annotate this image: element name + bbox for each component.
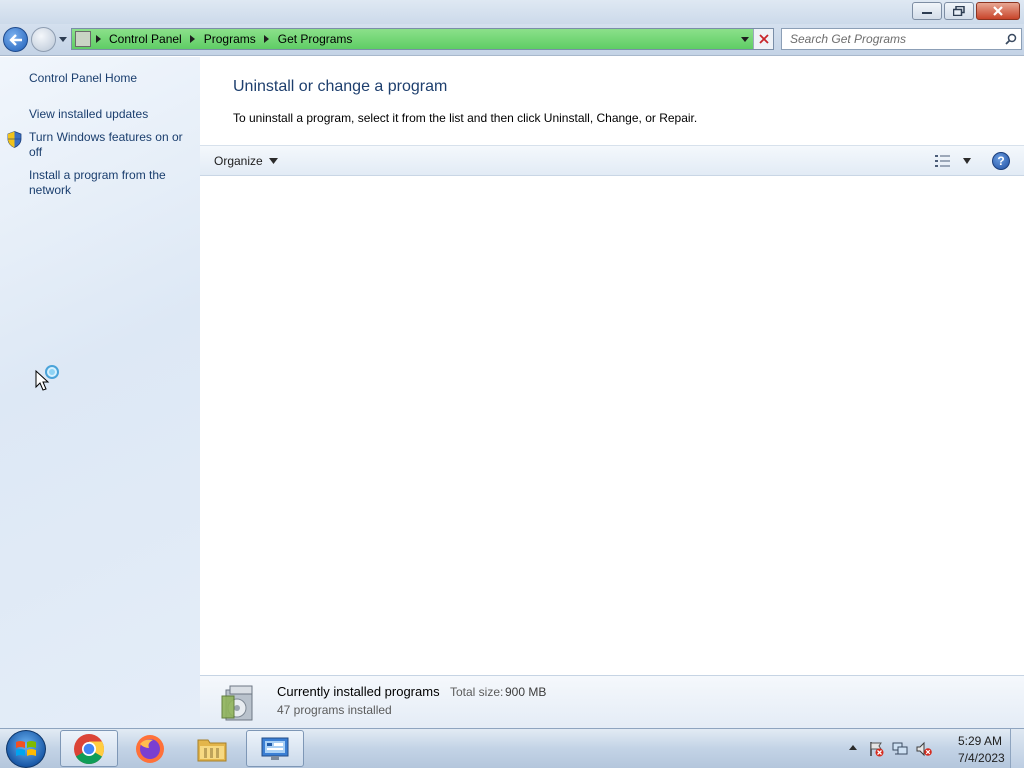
caption-buttons	[910, 2, 1020, 20]
show-hidden-icons-icon[interactable]	[848, 743, 858, 753]
firefox-icon	[136, 734, 164, 763]
breadcrumb-programs[interactable]: Programs	[200, 32, 260, 46]
breadcrumb-control-panel[interactable]: Control Panel	[105, 32, 186, 46]
folder-icon	[197, 739, 227, 761]
address-dropdown-button[interactable]	[737, 29, 753, 49]
breadcrumb-separator-icon[interactable]	[260, 35, 274, 43]
stop-x-icon	[758, 34, 769, 44]
organize-label: Organize	[214, 154, 263, 168]
taskbar-chrome[interactable]	[60, 730, 118, 767]
taskbar: 5:29 AM 7/4/2023	[0, 728, 1024, 768]
breadcrumb-separator-icon[interactable]	[186, 35, 200, 43]
close-icon	[993, 6, 1003, 16]
restore-icon	[953, 6, 965, 16]
command-bar: Organize ?	[200, 145, 1024, 176]
programs-list[interactable]	[200, 176, 1024, 674]
action-center-flag-icon[interactable]	[868, 741, 884, 757]
details-title: Currently installed programs	[277, 684, 440, 699]
minimize-button[interactable]	[912, 2, 942, 20]
control-panel-home-link[interactable]: Control Panel Home	[29, 71, 194, 86]
windows-logo-icon	[16, 741, 36, 756]
search-input[interactable]	[782, 29, 1001, 49]
search-box	[781, 28, 1022, 50]
stop-button[interactable]	[753, 29, 773, 49]
help-button[interactable]: ?	[992, 152, 1010, 170]
chevron-down-icon	[59, 36, 67, 42]
breadcrumb-separator-icon[interactable]	[91, 35, 105, 43]
close-button[interactable]	[976, 2, 1020, 20]
search-icon[interactable]	[1001, 29, 1021, 49]
details-pane: Currently installed programs Total size:…	[200, 675, 1024, 728]
taskbar-file-explorer[interactable]	[183, 730, 241, 767]
minimize-icon	[922, 12, 932, 14]
volume-muted-icon[interactable]	[916, 741, 932, 757]
control-panel-icon	[261, 737, 289, 760]
organize-button[interactable]: Organize	[208, 152, 284, 170]
turn-windows-features-link[interactable]: Turn Windows features on or off	[29, 130, 194, 160]
view-installed-updates-link[interactable]: View installed updates	[29, 107, 194, 122]
navigation-bar: Control Panel Programs Get Programs	[0, 24, 1024, 56]
programs-count: 47 programs installed	[277, 703, 392, 717]
view-details-icon[interactable]	[934, 153, 952, 169]
busy-cursor-icon	[35, 365, 59, 391]
restore-button[interactable]	[944, 2, 974, 20]
window-titlebar	[0, 0, 1024, 24]
clock-date[interactable]: 7/4/2023	[958, 751, 1005, 765]
view-options-chevron-icon[interactable]	[962, 157, 972, 165]
main-content: Uninstall or change a program To uninsta…	[200, 57, 1024, 728]
control-panel-location-icon	[75, 31, 91, 47]
taskbar-control-panel[interactable]	[246, 730, 304, 767]
network-icon[interactable]	[892, 741, 908, 757]
tasks-pane: Control Panel Home View installed update…	[0, 57, 200, 728]
installed-programs-icon	[221, 685, 253, 721]
chrome-icon	[74, 733, 105, 764]
forward-button[interactable]	[31, 27, 56, 52]
taskbar-firefox[interactable]	[121, 730, 179, 767]
show-desktop-button[interactable]	[1010, 729, 1024, 768]
back-button[interactable]	[3, 27, 28, 52]
uac-shield-icon	[7, 131, 22, 148]
page-description: To uninstall a program, select it from t…	[233, 111, 698, 125]
recent-pages-button[interactable]	[58, 34, 68, 44]
chevron-down-icon	[741, 36, 749, 42]
breadcrumb-get-programs[interactable]: Get Programs	[274, 32, 357, 46]
total-size-label: Total size:	[450, 685, 504, 699]
clock-time[interactable]: 5:29 AM	[958, 734, 1002, 748]
page-title: Uninstall or change a program	[233, 78, 448, 95]
notification-area: 5:29 AM 7/4/2023	[824, 729, 1024, 768]
chevron-down-icon	[268, 158, 278, 164]
back-arrow-icon	[8, 33, 22, 46]
address-bar[interactable]: Control Panel Programs Get Programs	[71, 28, 774, 50]
start-button[interactable]	[6, 730, 46, 768]
total-size-value: 900 MB	[505, 685, 547, 699]
install-from-network-link[interactable]: Install a program from the network	[29, 168, 194, 198]
